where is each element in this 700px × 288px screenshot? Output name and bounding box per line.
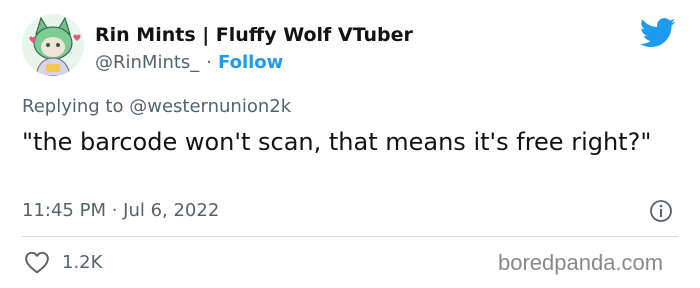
- handle-separator: ·: [206, 52, 213, 73]
- like-button[interactable]: 1.2K: [24, 250, 102, 274]
- twitter-bird-icon[interactable]: [640, 18, 676, 48]
- reply-prefix: Replying to: [22, 96, 124, 117]
- reply-context: Replying to @westernunion2k: [22, 96, 291, 117]
- author-handle-row: @RinMints_ · Follow: [95, 52, 283, 73]
- like-count: 1.2K: [62, 251, 103, 273]
- divider: [22, 236, 678, 237]
- avatar[interactable]: [22, 14, 84, 76]
- heart-icon: [25, 251, 49, 274]
- author-name-row: Rin Mints | Fluffy Wolf VTuber: [95, 24, 413, 46]
- tweet-text: "the barcode won't scan, that means it's…: [22, 128, 652, 156]
- author-handle[interactable]: @RinMints_: [95, 52, 199, 73]
- watermark: boredpanda.com: [498, 250, 664, 275]
- author-display-name[interactable]: Rin Mints | Fluffy Wolf VTuber: [95, 24, 413, 46]
- follow-button[interactable]: Follow: [218, 52, 283, 73]
- tweet-timestamp[interactable]: 11:45 PM · Jul 6, 2022: [22, 200, 219, 221]
- info-icon[interactable]: [649, 199, 673, 223]
- reply-target-link[interactable]: @westernunion2k: [129, 96, 291, 117]
- tweet-card: Rin Mints | Fluffy Wolf VTuber @RinMints…: [0, 0, 700, 288]
- avatar-image: [22, 14, 84, 76]
